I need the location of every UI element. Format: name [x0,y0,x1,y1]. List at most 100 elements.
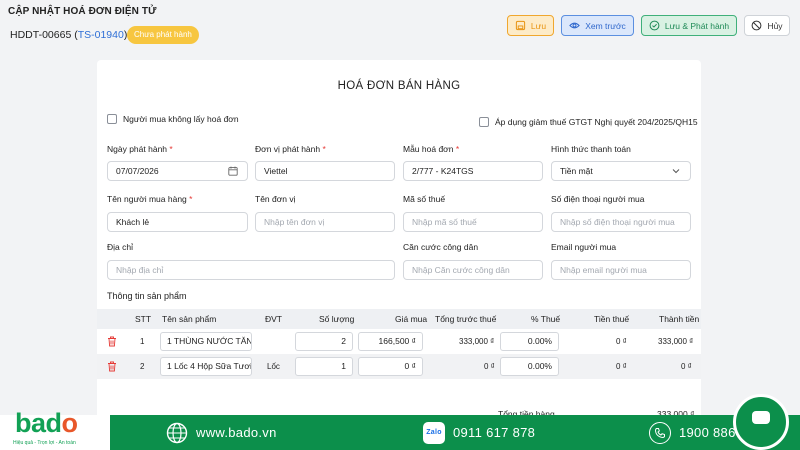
footer-banner: bado Hiệu quả - Trọn lợi - An toàn www.b… [0,408,800,450]
eye-icon [569,22,581,29]
issue-date-value: 07/07/2026 [116,166,159,176]
payment-method-value: Tiền mặt [560,166,593,176]
row-tax-amount: 0 ₫ [616,337,627,346]
buyer-name-field[interactable]: Khách lẻ [107,212,248,232]
website-link[interactable]: www.bado.vn [166,415,277,450]
top-bar: CẬP NHẬT HOÁ ĐƠN ĐIỆN TỬ HDDT-00665 (TS-… [0,0,800,55]
trash-icon[interactable] [107,361,117,372]
col-quantity: Số lượng [319,314,355,324]
products-section-title: Thông tin sản phẩm [107,291,187,301]
required-mark: * [169,144,173,154]
invoice-code: HDDT-00665 (TS-01940) [10,29,127,41]
payment-method-select[interactable]: Tiền mặt [551,161,691,181]
row-subtotal: 0 ₫ [484,362,495,371]
col-price: Giá mua [395,314,428,324]
calendar-icon[interactable] [228,166,238,176]
website-text: www.bado.vn [196,425,277,440]
address-label: Địa chỉ [107,242,133,252]
no-invoice-label: Người mua không lấy hoá đơn [123,114,239,124]
tax-code-label: Mã số thuế [403,194,446,204]
table-row: 2 1 Lốc 4 Hộp Sữa Tươi Lốc 1 0 ₫ 0 ₫ 0.0… [97,354,701,379]
page-title: CẬP NHẬT HOÁ ĐƠN ĐIỆN TỬ [8,6,157,17]
check-circle-icon [649,20,660,31]
invoice-heading: HOÁ ĐƠN BÁN HÀNG [337,80,461,92]
status-badge: Chưa phát hành [127,26,199,44]
required-mark: * [322,144,326,154]
payment-method-label: Hình thức thanh toán [551,144,631,154]
col-total: Thành tiền [659,314,700,324]
preview-label: Xem trước [585,20,626,31]
company-name-label: Tên đơn vị [255,194,296,204]
brand-tagline: Hiệu quả - Trọn lợi - An toàn [13,440,76,446]
row-unit[interactable]: Lốc [267,354,280,379]
quantity-input[interactable]: 2 [295,332,353,351]
no-invoice-checkbox[interactable] [107,114,117,124]
price-input[interactable]: 166,500 ₫ [358,332,423,351]
product-name-input[interactable]: 1 Lốc 4 Hộp Sữa Tươi [160,357,252,376]
row-tax-amount: 0 ₫ [616,362,627,371]
cancel-button[interactable]: Hủy [744,15,790,36]
buyer-phone-field[interactable]: Nhập số điện thoại người mua [551,212,691,232]
globe-icon [166,422,188,443]
required-mark: * [189,194,193,204]
chat-icon [752,411,770,424]
row-subtotal: 333,000 ₫ [459,337,495,346]
save-and-issue-button[interactable]: Lưu & Phát hành [641,15,737,36]
required-mark: * [455,144,460,154]
invoice-card: HOÁ ĐƠN BÁN HÀNG Người mua không lấy hoá… [97,60,701,450]
col-unit: ĐVT [265,314,282,324]
template-field[interactable]: 2/777 - K24TGS [403,161,543,181]
product-name-input[interactable]: 1 THÙNG NƯỚC TĂNG LỰC [160,332,252,351]
trash-icon[interactable] [107,336,117,347]
row-total: 0 ₫ [681,362,692,371]
vat-reduction-label: Áp dụng giảm thuế GTGT Nghị quyết 204/20… [495,117,698,127]
address-field[interactable]: Nhập địa chỉ [107,260,395,280]
save-icon [515,20,526,31]
col-tax-amount: Tiền thuế [594,314,630,324]
company-name-field[interactable]: Nhập tên đơn vị [255,212,395,232]
zalo-contact[interactable]: Zalo 0911 617 878 [423,415,535,450]
citizen-id-label: Căn cước công dân [403,242,479,252]
col-stt: STT [135,314,152,324]
col-tax-rate: % Thuế [531,314,561,324]
row-stt: 1 [140,337,145,346]
ban-icon [752,20,762,31]
no-invoice-option[interactable]: Người mua không lấy hoá đơn [107,114,239,124]
vat-reduction-checkbox[interactable] [479,117,489,127]
zalo-phone: 0911 617 878 [453,425,536,440]
issuer-field[interactable]: Viettel [255,161,395,181]
issue-date-label: Ngày phát hành * [107,144,173,154]
phone-icon [649,421,671,444]
buyer-phone-label: Số điện thoại người mua [551,194,645,204]
preview-button[interactable]: Xem trước [561,15,634,36]
buyer-email-label: Email người mua [551,242,617,252]
issuer-label: Đơn vị phát hành * [255,144,326,154]
quantity-input[interactable]: 1 [295,357,353,376]
row-total: 333,000 ₫ [658,337,694,346]
citizen-id-field[interactable]: Nhập Căn cước công dân [403,260,543,280]
ts-code-link[interactable]: TS-01940 [78,29,124,41]
vat-reduction-option[interactable]: Áp dụng giảm thuế GTGT Nghị quyết 204/20… [479,117,698,127]
col-subtotal: Tổng trước thuế [435,314,497,324]
tax-code-field[interactable]: Nhập mã số thuế [403,212,543,232]
tax-rate-input[interactable]: 0.00% [500,357,559,376]
chevron-down-icon [672,169,680,174]
buyer-email-field[interactable]: Nhập email người mua [551,260,691,280]
chat-button[interactable] [733,394,789,450]
tax-rate-input[interactable]: 0.00% [500,332,559,351]
buyer-name-label: Tên người mua hàng * [107,194,193,204]
issue-date-field[interactable]: 07/07/2026 [107,161,248,181]
save-and-issue-label: Lưu & Phát hành [664,20,730,31]
brand-logo-text: bado [15,408,78,438]
cancel-label: Hủy [767,20,783,31]
col-product-name: Tên sản phẩm [162,314,217,324]
save-label: Lưu [530,20,547,31]
save-button[interactable]: Lưu [507,15,554,36]
price-input[interactable]: 0 ₫ [358,357,423,376]
logo: bado Hiệu quả - Trọn lợi - An toàn [0,408,110,450]
template-label: Mẫu hoá đơn * [403,144,460,154]
zalo-icon: Zalo [423,421,445,444]
row-stt: 2 [140,362,145,371]
table-row: 1 1 THÙNG NƯỚC TĂNG LỰC 2 166,500 ₫ 333,… [97,329,701,354]
doc-code: HDDT-00665 [10,29,72,41]
